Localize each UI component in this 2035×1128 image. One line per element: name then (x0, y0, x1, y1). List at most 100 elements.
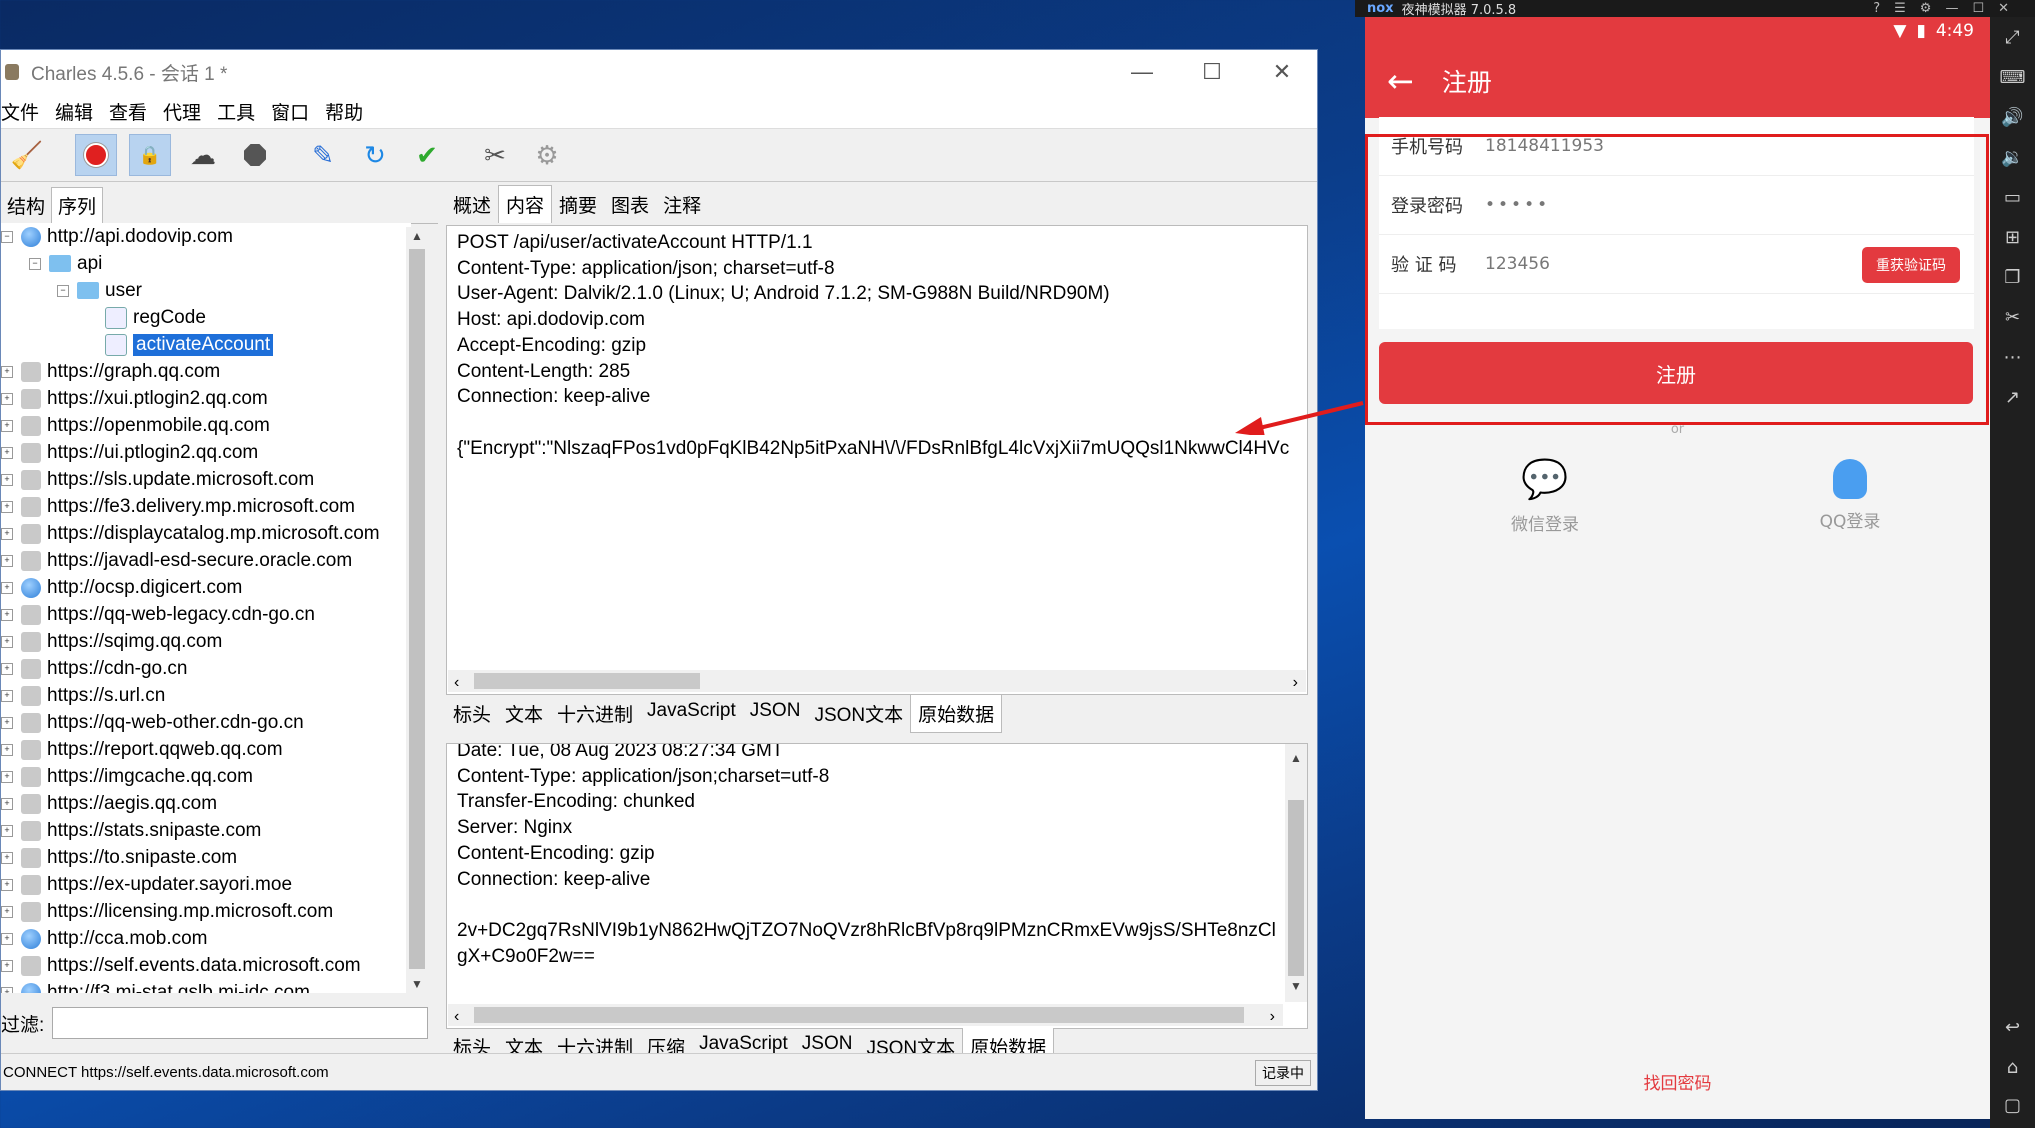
tree-row[interactable]: − api (1, 250, 411, 277)
expand-icon[interactable]: + (1, 419, 13, 432)
record-icon[interactable] (75, 134, 117, 176)
tree-row[interactable]: regCode (1, 304, 411, 331)
tree-row[interactable]: + https://fe3.delivery.mp.microsoft.com (1, 493, 411, 520)
scroll-right-icon[interactable]: › (1270, 1004, 1275, 1028)
tree-row[interactable]: + https://sqimg.qq.com (1, 628, 411, 655)
tree-row[interactable]: + https://ex-updater.sayori.moe (1, 871, 411, 898)
menu-proxy[interactable]: 代理 (163, 98, 207, 125)
scroll-up-icon[interactable]: ▲ (411, 229, 423, 243)
tab-chart[interactable]: 图表 (604, 186, 656, 223)
tree-row[interactable]: + https://qq-web-other.cdn-go.cn (1, 709, 411, 736)
tab-summary[interactable]: 摘要 (552, 186, 604, 223)
scroll-left-icon[interactable]: ‹ (454, 1004, 459, 1028)
nav-recent-icon[interactable]: ▢ (1990, 1085, 2035, 1125)
scroll-up-icon[interactable]: ▲ (1290, 746, 1302, 772)
validate-icon[interactable]: ✔ (407, 135, 447, 175)
tree-row[interactable]: + https://openmobile.qq.com (1, 412, 411, 439)
forgot-password-link[interactable]: 找回密码 (1365, 1069, 1990, 1094)
recording-indicator[interactable]: 记录中 (1255, 1060, 1311, 1086)
menu-view[interactable]: 查看 (109, 98, 153, 125)
fullscreen-icon[interactable]: ⤢ (1990, 17, 2035, 57)
expand-icon[interactable]: + (1, 446, 13, 459)
nav-back-icon[interactable]: ↩ (1990, 1007, 2035, 1047)
tree-row[interactable]: activateAccount (1, 331, 411, 358)
volume-down-icon[interactable]: 🔉 (1990, 137, 2035, 177)
tree-row[interactable]: + https://licensing.mp.microsoft.com (1, 898, 411, 925)
keyboard-icon[interactable]: ⌨ (1990, 57, 2035, 97)
compose-icon[interactable]: ✎ (303, 135, 343, 175)
subtab[interactable]: 文本 (498, 695, 550, 733)
response-vscrollbar[interactable]: ▲ ▼ (1285, 744, 1307, 1002)
tree-row[interactable]: + https://stats.snipaste.com (1, 817, 411, 844)
expand-icon[interactable]: + (1, 986, 13, 993)
expand-icon[interactable]: + (1, 392, 13, 405)
tree-row[interactable]: + https://self.events.data.microsoft.com (1, 952, 411, 979)
tree-row[interactable]: + https://aegis.qq.com (1, 790, 411, 817)
maximize-button[interactable]: ☐ (1177, 50, 1247, 94)
tree-row[interactable]: + http://ocsp.digicert.com (1, 574, 411, 601)
expand-icon[interactable]: + (1, 500, 13, 513)
external-link-icon[interactable]: ↗ (1990, 377, 2035, 417)
scroll-down-icon[interactable]: ▼ (411, 977, 423, 991)
tree-row[interactable]: + https://imgcache.qq.com (1, 763, 411, 790)
wechat-login[interactable]: 💬 微信登录 (1475, 457, 1615, 535)
tab-structure[interactable]: 结构 (1, 188, 51, 223)
more-icon[interactable]: ⋯ (1990, 337, 2035, 377)
subtab[interactable]: 十六进制 (550, 695, 640, 733)
expand-icon[interactable]: + (1, 365, 13, 378)
throttle-icon[interactable]: ☁ (183, 135, 223, 175)
collapse-icon[interactable]: − (29, 257, 41, 270)
expand-icon[interactable]: + (1, 527, 13, 540)
tab-contents[interactable]: 内容 (498, 185, 553, 223)
tree-row[interactable]: + https://xui.ptlogin2.qq.com (1, 385, 411, 412)
subtab[interactable]: 标头 (446, 695, 498, 733)
collapse-icon[interactable]: − (1, 230, 13, 243)
tree-row[interactable]: + https://javadl-esd-secure.oracle.com (1, 547, 411, 574)
tree-row[interactable]: + https://report.qqweb.qq.com (1, 736, 411, 763)
scissors-icon[interactable]: ✂ (1990, 297, 2035, 337)
breakpoint-icon[interactable] (235, 135, 275, 175)
repeat-icon[interactable]: ↻ (355, 135, 395, 175)
expand-icon[interactable]: + (1, 851, 13, 864)
nox-window-controls[interactable]: ?☰⚙—☐✕ (1873, 1, 2023, 16)
expand-icon[interactable]: + (1, 635, 13, 648)
expand-icon[interactable]: + (1, 473, 13, 486)
expand-icon[interactable]: + (1, 905, 13, 918)
tab-sequence[interactable]: 序列 (51, 187, 104, 223)
expand-icon[interactable]: + (1, 581, 13, 594)
menu-tools[interactable]: 工具 (217, 98, 261, 125)
back-arrow-icon[interactable]: ← (1387, 62, 1414, 100)
tree-row[interactable]: + http://cca.mob.com (1, 925, 411, 952)
subtab[interactable]: 原始数据 (910, 695, 1003, 733)
tree-row[interactable]: − http://api.dodovip.com (1, 223, 411, 250)
close-button[interactable]: ✕ (1247, 50, 1317, 94)
expand-icon[interactable]: + (1, 932, 13, 945)
subtab[interactable]: JSON文本 (807, 695, 910, 733)
tools-icon[interactable]: ✂ (475, 135, 515, 175)
expand-icon[interactable]: + (1, 716, 13, 729)
collapse-icon[interactable]: − (57, 284, 69, 297)
expand-icon[interactable]: + (1, 662, 13, 675)
multi-instance-icon[interactable]: ❐ (1990, 257, 2035, 297)
ssl-proxying-icon[interactable]: 🔒 (129, 134, 171, 176)
tree-row[interactable]: + https://cdn-go.cn (1, 655, 411, 682)
nav-home-icon[interactable]: ⌂ (1990, 1047, 2035, 1087)
tree-row[interactable]: + https://ui.ptlogin2.qq.com (1, 439, 411, 466)
tree-row[interactable]: + https://sls.update.microsoft.com (1, 466, 411, 493)
tree-scrollbar[interactable]: ▲ ▼ (406, 227, 428, 993)
subtab[interactable]: JSON (743, 695, 808, 733)
expand-icon[interactable]: + (1, 743, 13, 756)
subtab[interactable]: JavaScript (640, 695, 743, 733)
menu-help[interactable]: 帮助 (325, 98, 369, 125)
expand-icon[interactable]: + (1, 959, 13, 972)
tree-row[interactable]: + https://s.url.cn (1, 682, 411, 709)
expand-icon[interactable]: + (1, 797, 13, 810)
qq-login[interactable]: QQ登录 (1780, 457, 1920, 532)
volume-up-icon[interactable]: 🔊 (1990, 97, 2035, 137)
tree-row[interactable]: + http://f3.mi-stat.gslb.mi-idc.com (1, 979, 411, 993)
tree-row[interactable]: − user (1, 277, 411, 304)
minimize-button[interactable]: — (1107, 50, 1177, 94)
expand-icon[interactable]: + (1, 554, 13, 567)
tab-overview[interactable]: 概述 (446, 186, 498, 223)
expand-icon[interactable]: + (1, 608, 13, 621)
